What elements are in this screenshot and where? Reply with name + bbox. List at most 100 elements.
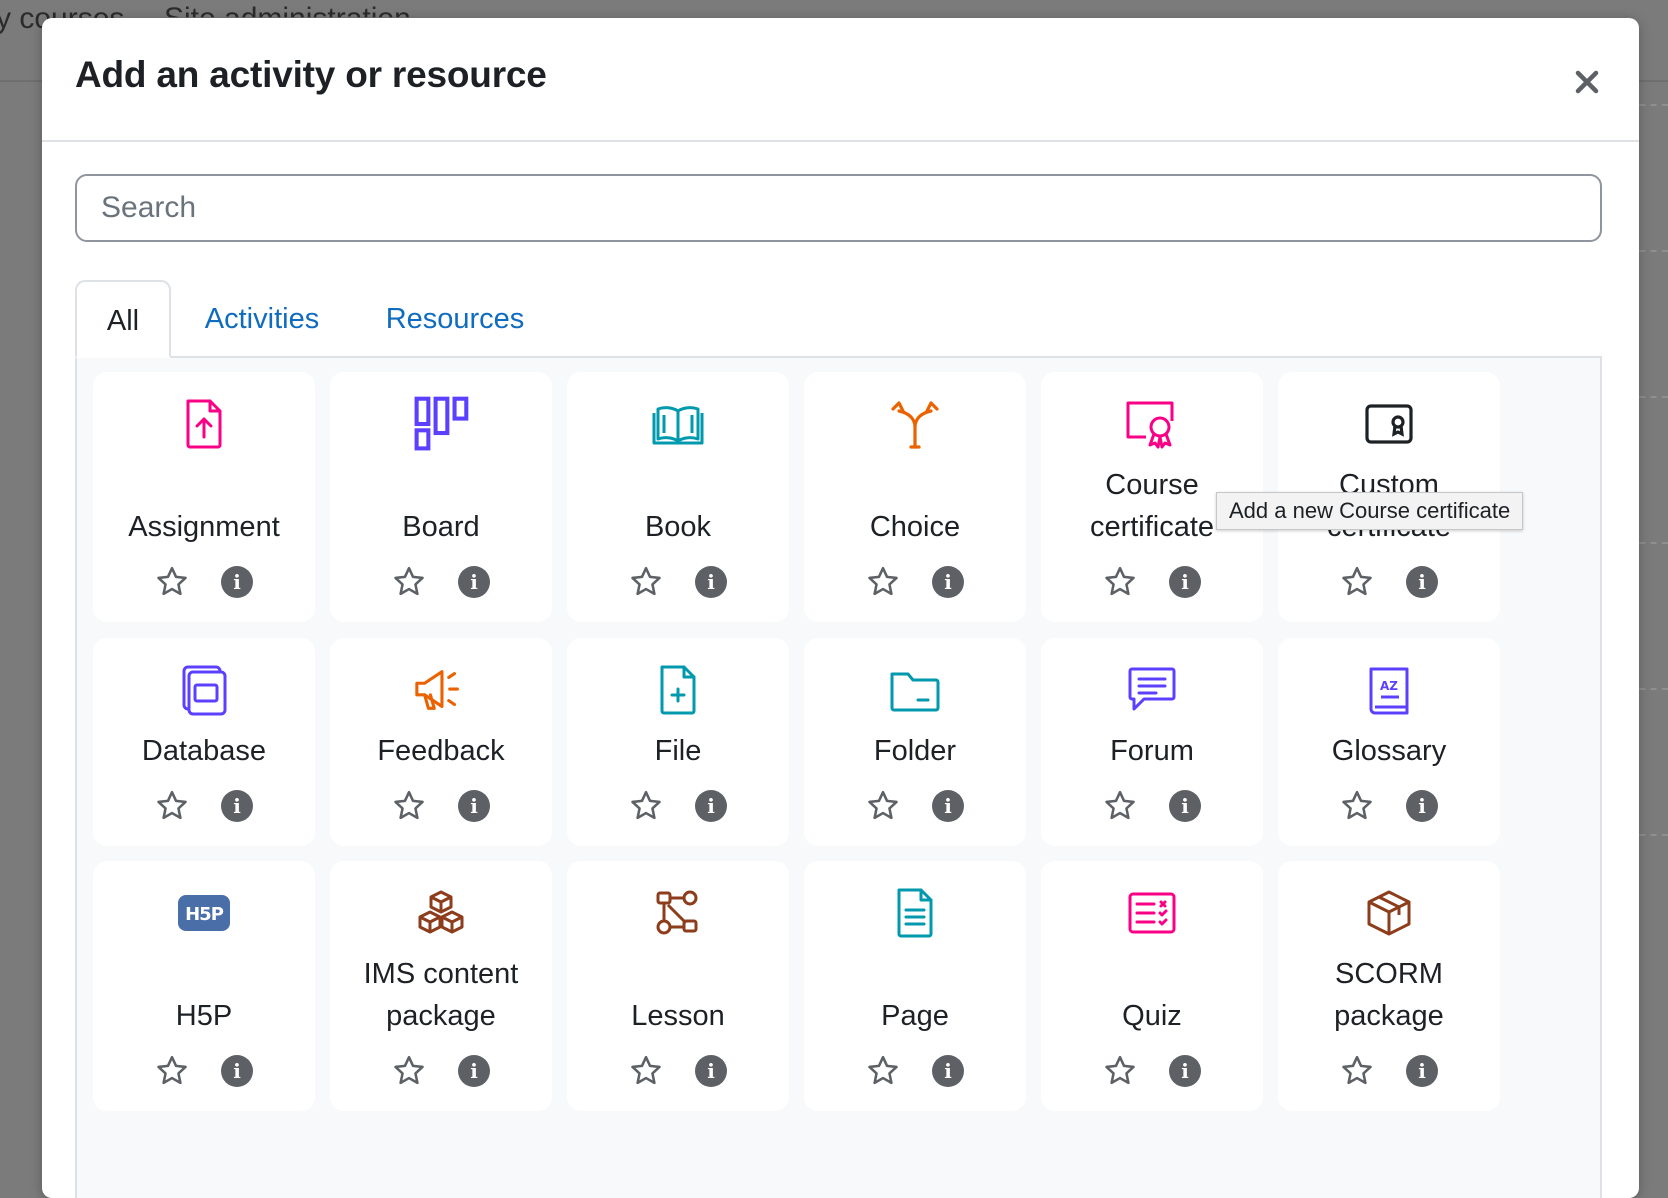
star-icon[interactable] [152,1051,192,1091]
star-icon[interactable] [1337,786,1377,826]
info-glyph: i [458,790,490,822]
info-icon[interactable]: i [454,1051,494,1091]
activity-label: Database [141,735,267,767]
forum-icon [1124,662,1180,718]
activity-label: SCORM package [1334,958,1444,1032]
activity-label: IMS content package [363,958,519,1032]
activity-card-choice[interactable]: Choice i [804,372,1026,622]
info-icon[interactable]: i [1165,562,1205,602]
activity-card-page[interactable]: Page i [804,861,1026,1111]
activity-card-folder[interactable]: Folder i [804,638,1026,846]
book-icon [650,396,706,452]
star-icon[interactable] [1100,1051,1140,1091]
star-icon[interactable] [626,1051,666,1091]
close-button[interactable] [1563,58,1611,106]
activity-label: Lesson [631,1000,725,1032]
info-glyph: i [1406,790,1438,822]
activity-label: H5P [175,1000,233,1032]
glossary-icon: AZ [1361,662,1417,718]
tab-activities[interactable]: Activities [187,280,337,358]
svg-text:AZ: AZ [1380,679,1398,693]
info-glyph: i [458,1055,490,1087]
info-icon[interactable]: i [1165,1051,1205,1091]
star-icon[interactable] [152,786,192,826]
activity-label: Folder [873,735,957,767]
star-icon[interactable] [626,562,666,602]
tab-all[interactable]: All [75,280,171,358]
activity-card-ims-package[interactable]: IMS content package i [330,861,552,1111]
modal-header: Add an activity or resource [42,18,1639,142]
star-icon[interactable] [1100,786,1140,826]
info-icon[interactable]: i [928,786,968,826]
info-glyph: i [932,790,964,822]
info-glyph: i [932,1055,964,1087]
choice-icon [887,396,943,452]
close-icon [1575,70,1599,94]
assignment-icon [176,396,232,452]
activity-chooser-modal: Add an activity or resource All Activiti… [42,18,1639,1198]
activity-card-forum[interactable]: Forum i [1041,638,1263,846]
activity-card-h5p[interactable]: H5P H5P i [93,861,315,1111]
info-glyph: i [458,566,490,598]
h5p-icon: H5P [176,885,232,941]
star-icon[interactable] [152,562,192,602]
modal-title: Add an activity or resource [75,54,547,95]
activity-label: File [654,735,702,767]
info-icon[interactable]: i [1402,1051,1442,1091]
info-glyph: i [932,566,964,598]
scorm-package-icon [1361,885,1417,941]
activity-card-scorm-package[interactable]: SCORM package i [1278,861,1500,1111]
star-icon[interactable] [389,1051,429,1091]
activity-card-lesson[interactable]: Lesson i [567,861,789,1111]
info-glyph: i [1169,790,1201,822]
star-icon[interactable] [1337,1051,1377,1091]
tab-list: All Activities Resources [75,280,1602,358]
info-icon[interactable]: i [1402,786,1442,826]
info-glyph: i [695,790,727,822]
activity-card-file[interactable]: File i [567,638,789,846]
star-icon[interactable] [1337,562,1377,602]
star-icon[interactable] [863,786,903,826]
info-icon[interactable]: i [217,562,257,602]
info-icon[interactable]: i [217,786,257,826]
activity-card-quiz[interactable]: Quiz i [1041,861,1263,1111]
info-icon[interactable]: i [691,786,731,826]
info-icon[interactable]: i [691,1051,731,1091]
tooltip: Add a new Course certificate [1216,492,1524,530]
info-icon[interactable]: i [1402,562,1442,602]
activity-card-board[interactable]: Board i [330,372,552,622]
tab-resources[interactable]: Resources [375,280,535,358]
info-glyph: i [1406,566,1438,598]
activity-card-assignment[interactable]: Assignment i [93,372,315,622]
activity-label: Page [881,1000,949,1032]
activity-label: Assignment [128,511,280,543]
star-icon[interactable] [626,786,666,826]
activity-card-book[interactable]: Book i [567,372,789,622]
activity-card-glossary[interactable]: AZ Glossary i [1278,638,1500,846]
star-icon[interactable] [389,562,429,602]
star-icon[interactable] [863,1051,903,1091]
quiz-icon [1124,885,1180,941]
info-icon[interactable]: i [454,786,494,826]
svg-text:H5P: H5P [185,904,224,925]
star-icon[interactable] [863,562,903,602]
activity-label: Board [402,511,480,543]
info-icon[interactable]: i [928,562,968,602]
star-icon[interactable] [389,786,429,826]
info-glyph: i [1169,1055,1201,1087]
activity-label: Glossary [1331,735,1447,767]
star-icon[interactable] [1100,562,1140,602]
custom-certificate-icon [1361,396,1417,452]
info-glyph: i [1406,1055,1438,1087]
database-icon [176,662,232,718]
activity-card-database[interactable]: Database i [93,638,315,846]
info-icon[interactable]: i [454,562,494,602]
activity-card-feedback[interactable]: Feedback i [330,638,552,846]
info-glyph: i [1169,566,1201,598]
info-glyph: i [221,790,253,822]
info-icon[interactable]: i [928,1051,968,1091]
info-icon[interactable]: i [1165,786,1205,826]
search-input[interactable] [75,174,1602,242]
info-icon[interactable]: i [217,1051,257,1091]
info-icon[interactable]: i [691,562,731,602]
